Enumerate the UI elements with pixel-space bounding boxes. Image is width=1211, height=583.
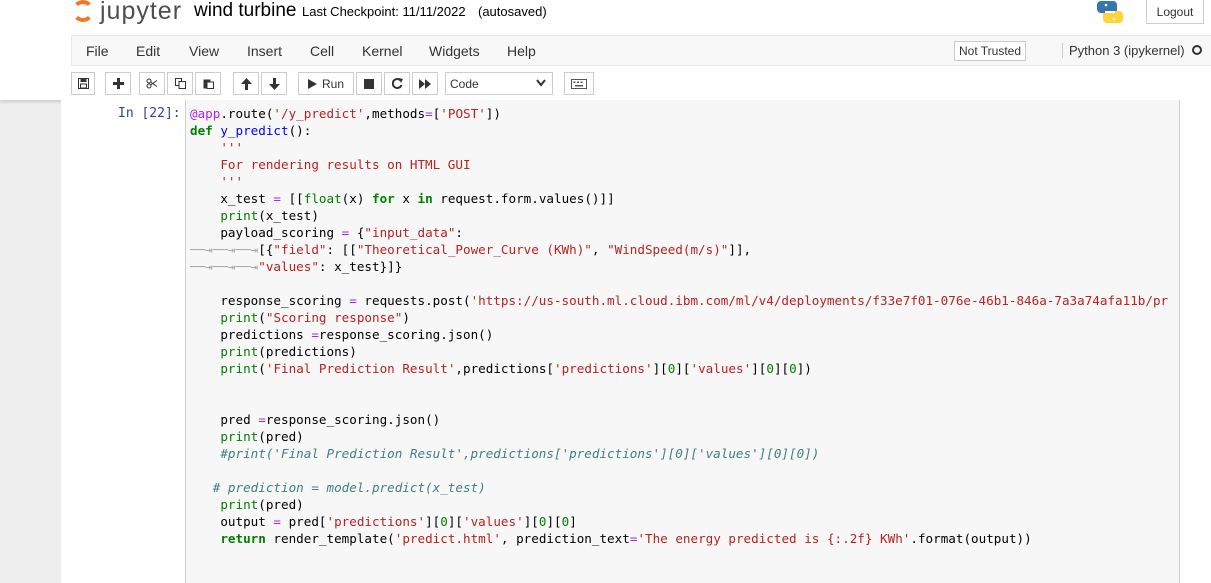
cut-button[interactable] — [139, 72, 165, 95]
stop-icon — [364, 78, 374, 89]
plus-icon — [112, 78, 124, 89]
code-content: @app.route('/y_predict',methods=['POST']… — [190, 106, 1169, 546]
menu-widgets[interactable]: Widgets — [429, 43, 480, 59]
menu-edit[interactable]: Edit — [136, 43, 160, 59]
command-palette-button[interactable] — [564, 72, 594, 95]
cell-type-value: Code — [450, 76, 479, 91]
copy-icon — [174, 78, 186, 89]
restart-icon — [391, 78, 403, 89]
fast-forward-icon — [419, 78, 431, 89]
logout-button[interactable]: Logout — [1146, 0, 1204, 24]
scissors-icon — [146, 78, 158, 89]
jupyter-logo[interactable]: jupyter — [72, 0, 182, 28]
menu-kernel[interactable]: Kernel — [362, 43, 402, 59]
keyboard-icon — [571, 78, 587, 89]
arrow-up-icon — [240, 77, 252, 90]
kernel-idle-icon — [1192, 45, 1202, 55]
menu-insert[interactable]: Insert — [247, 43, 282, 59]
menu-file[interactable]: File — [86, 43, 109, 59]
restart-button[interactable] — [384, 72, 410, 95]
menu-help[interactable]: Help — [507, 43, 536, 59]
copy-button[interactable] — [167, 72, 193, 95]
run-button[interactable]: Run — [298, 72, 354, 95]
jupyter-wordmark: jupyter — [100, 0, 183, 25]
cell-type-select[interactable]: Code — [445, 72, 553, 95]
notebook-header: jupyter wind turbine Last Checkpoint: 11… — [0, 0, 1211, 34]
move-up-button[interactable] — [233, 72, 259, 95]
save-icon — [77, 78, 89, 89]
trust-button[interactable]: Not Trusted — [954, 41, 1026, 61]
arrow-down-icon — [268, 77, 280, 90]
insert-cell-button[interactable] — [105, 72, 131, 95]
play-icon — [307, 78, 317, 89]
chevron-down-icon — [536, 79, 546, 87]
move-down-button[interactable] — [261, 72, 287, 95]
cell-input-prompt: In [22]: — [118, 106, 181, 121]
interrupt-button[interactable] — [356, 72, 382, 95]
menubar-container: File Edit View Insert Cell Kernel Widget… — [0, 34, 1211, 100]
python-logo-icon — [1095, 0, 1125, 24]
autosave-status: (autosaved) — [478, 4, 547, 19]
kernel-name[interactable]: Python 3 (ipykernel) — [1062, 43, 1185, 58]
run-label: Run — [321, 76, 344, 91]
jupyter-logo-icon — [72, 0, 94, 22]
menubar: File Edit View Insert Cell Kernel Widget… — [71, 35, 1211, 66]
menu-cell[interactable]: Cell — [310, 43, 334, 59]
menu-view[interactable]: View — [189, 43, 219, 59]
restart-run-all-button[interactable] — [412, 72, 438, 95]
checkpoint-status: Last Checkpoint: 11/11/2022 — [302, 4, 466, 19]
paste-button[interactable] — [195, 72, 221, 95]
notebook-title[interactable]: wind turbine — [194, 0, 296, 22]
paste-icon — [203, 79, 214, 89]
code-cell-editor[interactable]: @app.route('/y_predict',methods=['POST']… — [185, 100, 1180, 583]
save-button[interactable] — [71, 72, 95, 95]
